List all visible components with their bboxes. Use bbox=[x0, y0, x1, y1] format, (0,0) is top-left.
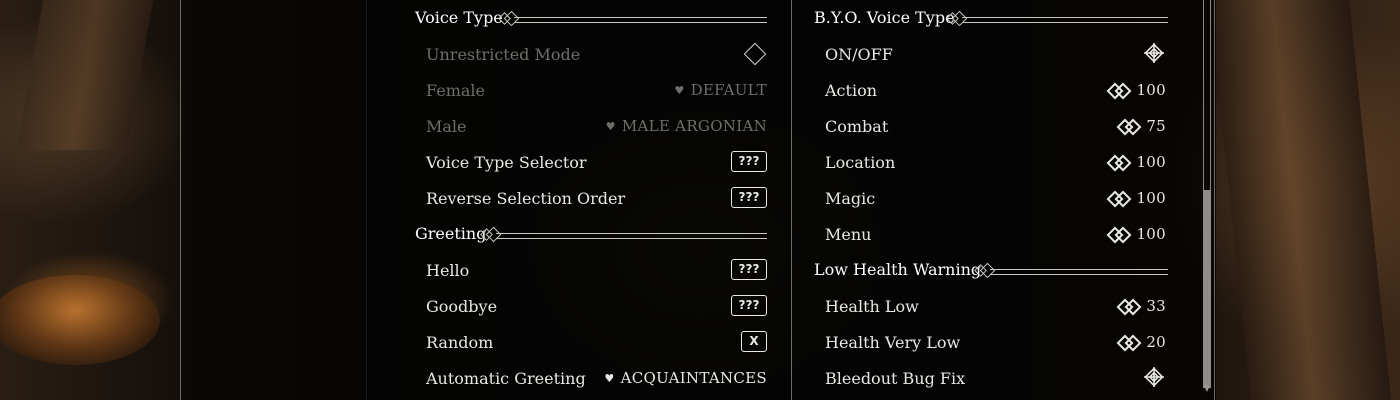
slider-icon bbox=[1116, 334, 1142, 352]
mod-list-panel bbox=[180, 0, 367, 400]
slider-value[interactable]: 33 bbox=[1116, 297, 1166, 316]
wooden-beam-left bbox=[16, 0, 154, 150]
slider-health-low[interactable]: Health Low 33 bbox=[792, 288, 1190, 324]
slider-value[interactable]: 20 bbox=[1116, 333, 1166, 352]
option-label: Hello bbox=[426, 261, 470, 280]
slider-location[interactable]: Location 100 bbox=[792, 144, 1190, 180]
option-label: Goodbye bbox=[426, 297, 498, 316]
slider-value-text: 75 bbox=[1146, 117, 1166, 135]
option-label: Combat bbox=[825, 117, 889, 136]
option-bleedout-bug-fix[interactable]: Bleedout Bug Fix bbox=[792, 360, 1190, 396]
option-unrestricted-mode[interactable]: Unrestricted Mode bbox=[366, 36, 791, 72]
slider-menu[interactable]: Menu 100 bbox=[792, 216, 1190, 252]
slider-value-text: 20 bbox=[1146, 333, 1166, 351]
option-label: Female bbox=[426, 81, 485, 100]
menu-bullet-icon: ♥ bbox=[674, 84, 685, 97]
menu-value[interactable]: ♥ ACQUAINTANCES bbox=[604, 369, 767, 387]
slider-value[interactable]: 75 bbox=[1116, 117, 1166, 136]
keymap-button[interactable]: ??? bbox=[731, 259, 767, 280]
slider-value-text: 100 bbox=[1136, 225, 1166, 243]
option-label: Action bbox=[825, 81, 877, 100]
slider-value[interactable]: 100 bbox=[1106, 225, 1166, 244]
option-female-voice[interactable]: Female ♥ DEFAULT bbox=[366, 72, 791, 108]
section-title: Voice Type bbox=[415, 8, 503, 27]
option-label: Unrestricted Mode bbox=[426, 45, 581, 64]
option-label: Health Low bbox=[825, 297, 919, 316]
section-divider-line bbox=[496, 233, 767, 239]
menu-bullet-icon: ♥ bbox=[605, 120, 616, 133]
slider-value-text: 100 bbox=[1136, 81, 1166, 99]
option-label: Random bbox=[426, 333, 494, 352]
section-title: Low Health Warning bbox=[814, 260, 982, 279]
option-random[interactable]: Random X bbox=[366, 324, 791, 360]
menu-value[interactable]: ♥ DEFAULT bbox=[674, 81, 767, 99]
keymap-button[interactable]: ??? bbox=[731, 151, 767, 172]
option-on-off[interactable]: ON/OFF bbox=[792, 36, 1190, 72]
option-label: ON/OFF bbox=[825, 45, 893, 64]
menu-value-text: DEFAULT bbox=[690, 81, 767, 99]
option-label: Male bbox=[426, 117, 467, 136]
slider-value[interactable]: 100 bbox=[1106, 81, 1166, 100]
slider-icon bbox=[1106, 154, 1132, 172]
slider-value[interactable]: 100 bbox=[1106, 153, 1166, 172]
menu-bullet-icon: ♥ bbox=[604, 372, 615, 385]
option-label: Menu bbox=[825, 225, 872, 244]
slider-icon bbox=[1106, 190, 1132, 208]
slider-action[interactable]: Action 100 bbox=[792, 72, 1190, 108]
option-voice-type-selector[interactable]: Voice Type Selector ??? bbox=[366, 144, 791, 180]
option-label: Reverse Selection Order bbox=[426, 189, 626, 208]
slider-icon bbox=[1106, 82, 1132, 100]
section-divider-line bbox=[514, 17, 767, 23]
keymap-button[interactable]: ??? bbox=[731, 295, 767, 316]
slider-value-text: 33 bbox=[1146, 297, 1166, 315]
section-divider-line bbox=[990, 269, 1168, 275]
option-label: Bleedout Bug Fix bbox=[825, 369, 966, 388]
option-hello[interactable]: Hello ??? bbox=[366, 252, 791, 288]
option-label: Location bbox=[825, 153, 896, 172]
keymap-button[interactable]: ??? bbox=[731, 187, 767, 208]
section-title: B.Y.O. Voice Type bbox=[814, 8, 955, 27]
menu-value-text: MALE ARGONIAN bbox=[621, 117, 767, 135]
option-label: Magic bbox=[825, 189, 876, 208]
fire-bowl bbox=[0, 275, 160, 365]
slider-health-very-low[interactable]: Health Very Low 20 bbox=[792, 324, 1190, 360]
section-title: Greeting bbox=[415, 224, 487, 243]
scrollbar-thumb[interactable] bbox=[1203, 190, 1211, 388]
slider-icon bbox=[1116, 298, 1142, 316]
slider-icon bbox=[1106, 226, 1132, 244]
panel-edge bbox=[1214, 0, 1215, 400]
option-automatic-greeting[interactable]: Automatic Greeting ♥ ACQUAINTANCES bbox=[366, 360, 791, 396]
option-label: Health Very Low bbox=[825, 333, 961, 352]
slider-icon bbox=[1116, 118, 1142, 136]
toggle-on-icon[interactable] bbox=[1142, 41, 1166, 65]
option-goodbye[interactable]: Goodbye ??? bbox=[366, 288, 791, 324]
option-label: Voice Type Selector bbox=[426, 153, 587, 172]
section-header-greeting: Greeting bbox=[366, 216, 791, 252]
section-header-byo-voice-type: B.Y.O. Voice Type bbox=[792, 0, 1190, 36]
menu-value[interactable]: ♥ MALE ARGONIAN bbox=[606, 117, 767, 135]
slider-value[interactable]: 100 bbox=[1106, 189, 1166, 208]
section-divider-line bbox=[962, 17, 1168, 23]
slider-value-text: 100 bbox=[1136, 189, 1166, 207]
option-label: Automatic Greeting bbox=[426, 369, 586, 388]
section-header-low-health-warning: Low Health Warning bbox=[792, 252, 1190, 288]
slider-combat[interactable]: Combat 75 bbox=[792, 108, 1190, 144]
slider-value-text: 100 bbox=[1136, 153, 1166, 171]
wooden-beam-right bbox=[1208, 0, 1392, 400]
slider-magic[interactable]: Magic 100 bbox=[792, 180, 1190, 216]
scroll-down-arrow-icon[interactable]: ▾ bbox=[1200, 380, 1214, 396]
menu-value-text: ACQUAINTANCES bbox=[620, 369, 767, 387]
toggle-on-icon[interactable] bbox=[1142, 365, 1166, 389]
toggle-off-icon[interactable] bbox=[743, 42, 767, 66]
option-male-voice[interactable]: Male ♥ MALE ARGONIAN bbox=[366, 108, 791, 144]
keymap-button[interactable]: X bbox=[741, 331, 767, 352]
section-header-voice-type: Voice Type bbox=[366, 0, 791, 36]
option-reverse-selection-order[interactable]: Reverse Selection Order ??? bbox=[366, 180, 791, 216]
